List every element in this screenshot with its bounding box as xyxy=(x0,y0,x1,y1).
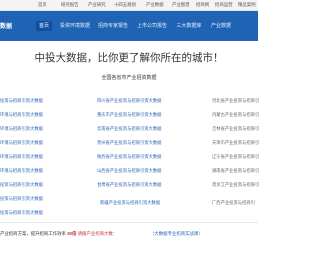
list-item[interactable]: 云南省产业投资与招商引资大数据 xyxy=(97,126,161,132)
list-item[interactable]: 内蒙古产业投资与招商引 xyxy=(212,112,259,118)
top-link-14th-plan[interactable]: 十四五规划 xyxy=(114,1,136,9)
list-item[interactable]: 贵州省产业投资与招商引资大数据 xyxy=(97,140,161,146)
top-utility-bar: 首页 研究报告 产业研究 十四五规划 产业数据 产业图谱 招商网 招商运营 精品… xyxy=(0,0,258,11)
list-item[interactable]: 吉林省产业投资与招商引 xyxy=(212,126,259,132)
section-subheading: 全国各省市产业招资数据 xyxy=(101,75,157,81)
list-item[interactable]: 投资与招商引资大数据 xyxy=(0,196,43,202)
tab-expert-reports[interactable]: 招商专家报告 xyxy=(98,21,128,31)
top-link-reports[interactable]: 研究报告 xyxy=(61,1,79,9)
tab-home[interactable]: 首页 xyxy=(36,21,52,31)
site-logo[interactable]: 数据 xyxy=(0,21,12,30)
promo-cta[interactable]: 请拨产业招商大数： xyxy=(78,231,118,236)
top-link-industry-data[interactable]: 产业数据 xyxy=(146,1,164,9)
top-link-operations[interactable]: 招商运营 xyxy=(215,1,233,9)
tab-industry-data[interactable]: 产业数据 xyxy=(210,21,232,31)
list-item[interactable]: 投资与招商引资大数据 xyxy=(0,98,43,104)
top-link-industry-map[interactable]: 产业图谱 xyxy=(172,1,190,9)
list-item[interactable]: 四川省产业投资与招商引资大数据 xyxy=(97,98,161,104)
top-link-industry-research[interactable]: 产业研究 xyxy=(88,1,106,9)
divider xyxy=(0,222,258,223)
list-item[interactable]: 黑龙江产业投资与招商引 xyxy=(212,182,259,188)
list-item[interactable]: 新疆产业投资与招商引资大数据 xyxy=(100,200,160,206)
list-item[interactable]: 环境与招商引资大数据 xyxy=(0,112,43,118)
list-item[interactable]: 环境与招商引资大数据 xyxy=(0,140,43,146)
list-item[interactable]: 河北省产业投资与招商引 xyxy=(212,98,259,104)
list-item[interactable]: 广西产业投资与招商引 xyxy=(212,200,255,206)
list-item[interactable]: 甘肃省产业投资与招商引资大数据 xyxy=(97,182,161,188)
top-link-home[interactable]: 首页 xyxy=(38,1,47,9)
promo-line: 产业招商方案，提升招商工作效率 30倍 请拨产业招商大数： xyxy=(0,231,117,237)
list-item[interactable]: 陕西省产业投资与招商引资大数据 xyxy=(97,154,161,160)
promo-highlight: 30倍 xyxy=(67,231,77,236)
tab-investment-environment[interactable]: 投资环境数据 xyxy=(60,21,90,31)
list-item[interactable]: 湖南省产业投资与招商引 xyxy=(212,168,259,174)
top-link-investment-net[interactable]: 招商网 xyxy=(196,1,209,9)
course-link[interactable]: （大数据专业招商实战课） xyxy=(150,231,203,237)
promo-text: 产业招商方案，提升招商工作效率 xyxy=(0,231,66,236)
list-item[interactable]: 投资与招商引资大数据 xyxy=(0,210,43,216)
list-item[interactable]: 环境与招商引资大数据 xyxy=(0,154,43,160)
list-item[interactable]: 天津市产业投资与招商引 xyxy=(212,140,259,146)
top-link-cases[interactable]: 精品案例 xyxy=(238,1,256,9)
list-item[interactable]: 环境与招商引资大数据 xyxy=(0,126,43,132)
tab-listed-company-reports[interactable]: 上市公司报告 xyxy=(137,21,167,31)
list-item[interactable]: 重庆市产业投资与招商引资大数据 xyxy=(97,112,161,118)
list-item[interactable]: 山西省产业投资与招商引资大数据 xyxy=(97,168,161,174)
list-item[interactable]: 环境与招商引资大数据 xyxy=(0,168,43,174)
list-item[interactable]: 辽宁省产业投资与招商引 xyxy=(212,154,259,160)
page-headline: 中投大数据，比你更了解你所在的城市！ xyxy=(34,52,224,64)
list-item[interactable]: 投资与招商引资大数据 xyxy=(0,182,43,188)
tab-three-databases[interactable]: 三大数据库 xyxy=(176,21,202,31)
main-navbar: 数据 首页 投资环境数据 招商专家报告 上市公司报告 三大数据库 产业数据 xyxy=(0,11,258,41)
